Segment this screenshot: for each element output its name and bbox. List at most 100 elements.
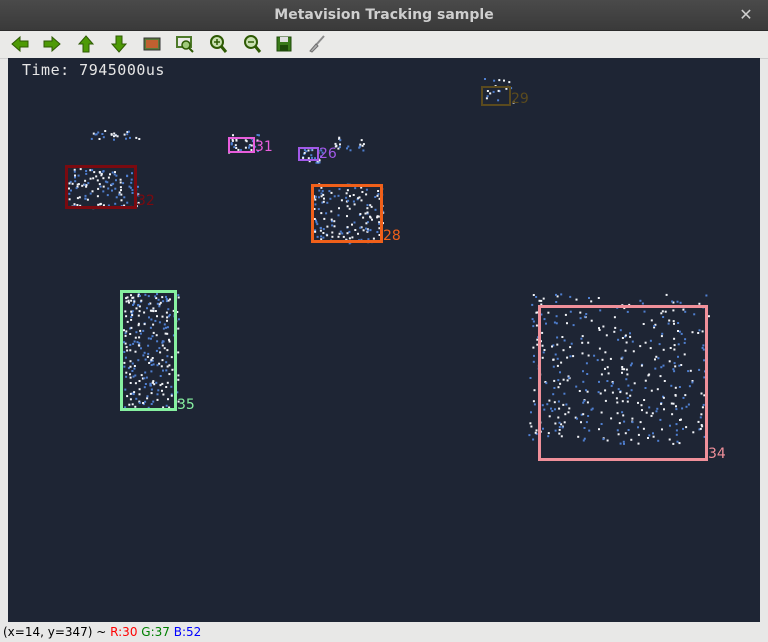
track-label-34: 34 bbox=[708, 446, 726, 462]
title-bar: Metavision Tracking sample ✕ bbox=[0, 0, 768, 31]
event-dot bbox=[177, 374, 180, 377]
event-dot bbox=[232, 134, 234, 137]
event-dot bbox=[575, 298, 578, 301]
pan-down-button[interactable] bbox=[108, 33, 130, 55]
track-label-31: 31 bbox=[255, 139, 273, 155]
zoom-out-button[interactable] bbox=[241, 33, 263, 55]
event-dot bbox=[358, 146, 361, 149]
event-dot bbox=[528, 434, 531, 437]
zoom-in-icon bbox=[210, 35, 228, 53]
event-dot bbox=[555, 301, 558, 303]
event-dot bbox=[101, 133, 104, 135]
event-dot bbox=[349, 149, 352, 152]
track-label-28: 28 bbox=[383, 228, 401, 244]
track-box-34 bbox=[538, 305, 708, 461]
window-title: Metavision Tracking sample bbox=[274, 7, 494, 23]
zoom-in-button[interactable] bbox=[207, 33, 229, 55]
arrow-left-icon bbox=[11, 35, 29, 53]
save-button[interactable] bbox=[273, 33, 295, 55]
event-dot bbox=[508, 81, 511, 84]
time-readout: Time: 7945000us bbox=[22, 61, 165, 79]
event-dot bbox=[110, 133, 113, 136]
clear-button[interactable] bbox=[306, 33, 328, 55]
zoom-out-icon bbox=[244, 35, 262, 53]
event-dot bbox=[533, 403, 536, 406]
event-dot bbox=[531, 303, 534, 306]
event-dot bbox=[639, 299, 642, 302]
zoom-region-icon bbox=[176, 36, 194, 53]
event-dot bbox=[360, 139, 363, 142]
event-dot bbox=[334, 142, 337, 145]
event-dot bbox=[177, 351, 180, 354]
event-dot bbox=[177, 378, 180, 381]
event-dot bbox=[362, 149, 365, 152]
event-dot bbox=[116, 135, 119, 138]
event-dot bbox=[347, 145, 350, 148]
event-dot bbox=[705, 294, 708, 297]
event-dot bbox=[90, 137, 93, 140]
track-box-31 bbox=[228, 137, 255, 153]
event-dot bbox=[588, 297, 590, 299]
event-dot bbox=[540, 299, 543, 302]
event-dot bbox=[560, 293, 563, 296]
event-dot bbox=[126, 133, 129, 136]
event-dot bbox=[177, 296, 180, 299]
arrow-right-icon bbox=[43, 35, 61, 53]
event-dot bbox=[339, 139, 342, 142]
event-dot bbox=[676, 300, 679, 303]
event-dot bbox=[531, 318, 534, 321]
pan-left-button[interactable] bbox=[9, 33, 31, 55]
event-dot bbox=[569, 295, 572, 298]
event-dot bbox=[135, 136, 138, 139]
track-box-28 bbox=[311, 184, 383, 243]
arrow-down-icon bbox=[110, 35, 128, 53]
event-dot bbox=[359, 143, 362, 146]
event-dot bbox=[532, 325, 535, 328]
event-dot bbox=[104, 130, 107, 132]
event-dot bbox=[361, 144, 364, 147]
event-dot bbox=[138, 138, 141, 140]
event-dot bbox=[530, 411, 532, 414]
pan-right-button[interactable] bbox=[41, 33, 63, 55]
event-dot bbox=[97, 131, 100, 134]
event-dot bbox=[125, 137, 127, 140]
fit-image-button[interactable] bbox=[141, 33, 163, 55]
pixel-blue-value: B:52 bbox=[173, 625, 202, 639]
image-icon bbox=[143, 37, 161, 51]
status-bar: (x=14, y=347) ~ R:30 G:37 B:52 bbox=[0, 622, 768, 642]
event-dot bbox=[346, 147, 348, 150]
event-dot bbox=[532, 320, 535, 323]
tracking-view[interactable]: Time: 7945000us 29 31 26 32 28 35 34 bbox=[8, 58, 760, 622]
pixel-green-value: G:37 bbox=[141, 625, 170, 639]
event-dot bbox=[493, 79, 496, 82]
brush-icon bbox=[309, 35, 325, 53]
event-dot bbox=[532, 360, 535, 363]
event-dot bbox=[532, 438, 535, 441]
event-dot bbox=[177, 327, 180, 330]
event-dot bbox=[533, 389, 536, 392]
event-dot bbox=[127, 130, 130, 133]
track-box-32 bbox=[65, 165, 137, 209]
event-dot bbox=[679, 301, 682, 304]
track-label-32: 32 bbox=[137, 193, 155, 209]
event-dot bbox=[555, 293, 557, 296]
event-dot bbox=[671, 300, 674, 303]
event-dot bbox=[532, 346, 535, 349]
event-dot bbox=[535, 296, 538, 298]
event-dot bbox=[530, 425, 533, 428]
event-dot bbox=[177, 318, 180, 321]
track-label-35: 35 bbox=[177, 397, 195, 413]
pan-up-button[interactable] bbox=[75, 33, 97, 55]
close-button[interactable]: ✕ bbox=[736, 5, 756, 25]
event-dot bbox=[113, 135, 115, 138]
event-dot bbox=[177, 294, 180, 297]
track-label-29: 29 bbox=[511, 91, 529, 107]
event-dot bbox=[503, 79, 505, 82]
event-dot bbox=[123, 133, 126, 136]
event-dot bbox=[129, 136, 131, 139]
event-dot bbox=[665, 293, 668, 296]
event-dot bbox=[95, 133, 98, 136]
zoom-region-button[interactable] bbox=[174, 33, 196, 55]
event-dot bbox=[534, 431, 537, 434]
event-dot bbox=[707, 315, 710, 318]
